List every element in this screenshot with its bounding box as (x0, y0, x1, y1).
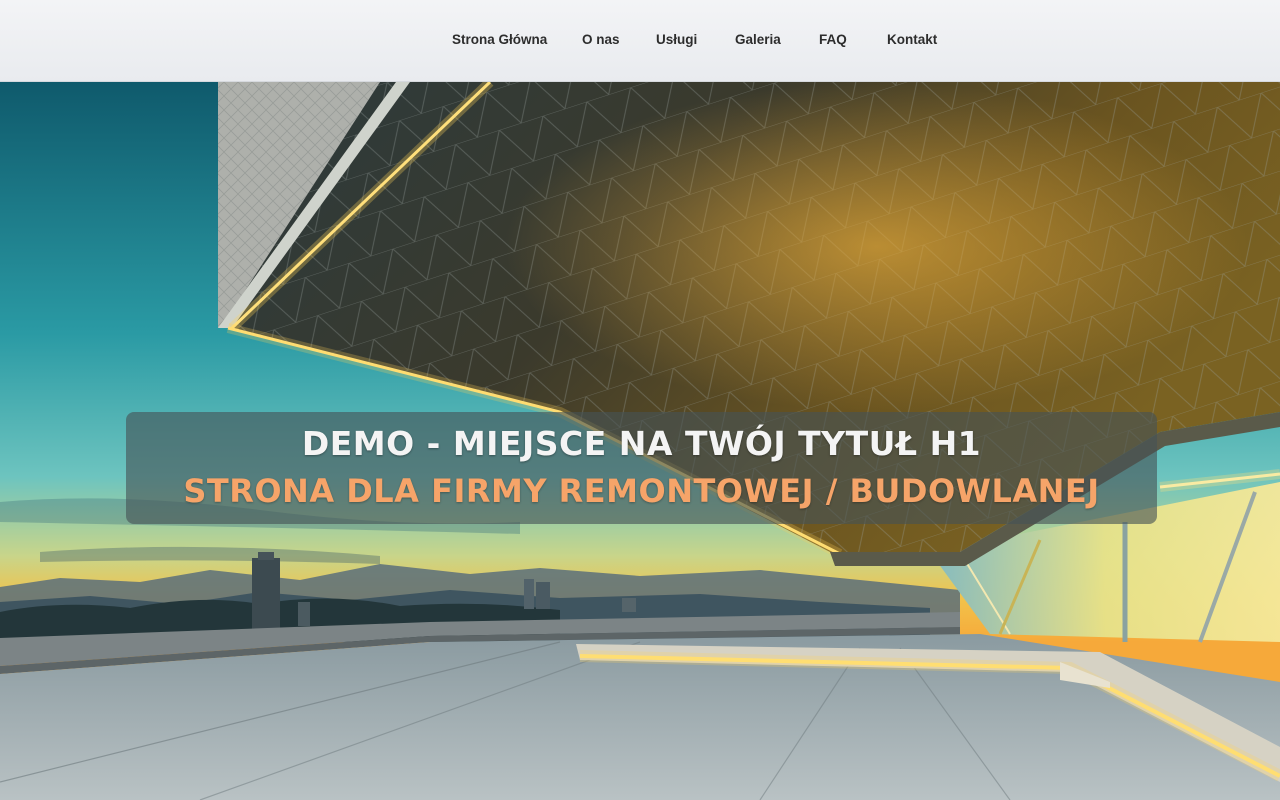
nav-item-home[interactable]: Strona Główna (452, 32, 547, 50)
main-navigation: Strona Główna O nas Usługi Galeria FAQ K… (0, 0, 1280, 82)
site-header: Strona Główna O nas Usługi Galeria FAQ K… (0, 0, 1280, 82)
nav-item-contact[interactable]: Kontakt (887, 32, 937, 50)
hero-section: DEMO - MIEJSCE NA TWÓJ TYTUŁ H1 STRONA D… (0, 82, 1280, 800)
hero-title-box: DEMO - MIEJSCE NA TWÓJ TYTUŁ H1 STRONA D… (126, 412, 1157, 524)
nav-item-services[interactable]: Usługi (656, 32, 697, 50)
nav-item-gallery[interactable]: Galeria (735, 32, 781, 50)
hero-subtitle: STRONA DLA FIRMY REMONTOWEJ / BUDOWLANEJ (183, 472, 1100, 510)
nav-item-faq[interactable]: FAQ (819, 32, 847, 50)
nav-item-about[interactable]: O nas (582, 32, 620, 50)
hero-title: DEMO - MIEJSCE NA TWÓJ TYTUŁ H1 (301, 424, 982, 463)
